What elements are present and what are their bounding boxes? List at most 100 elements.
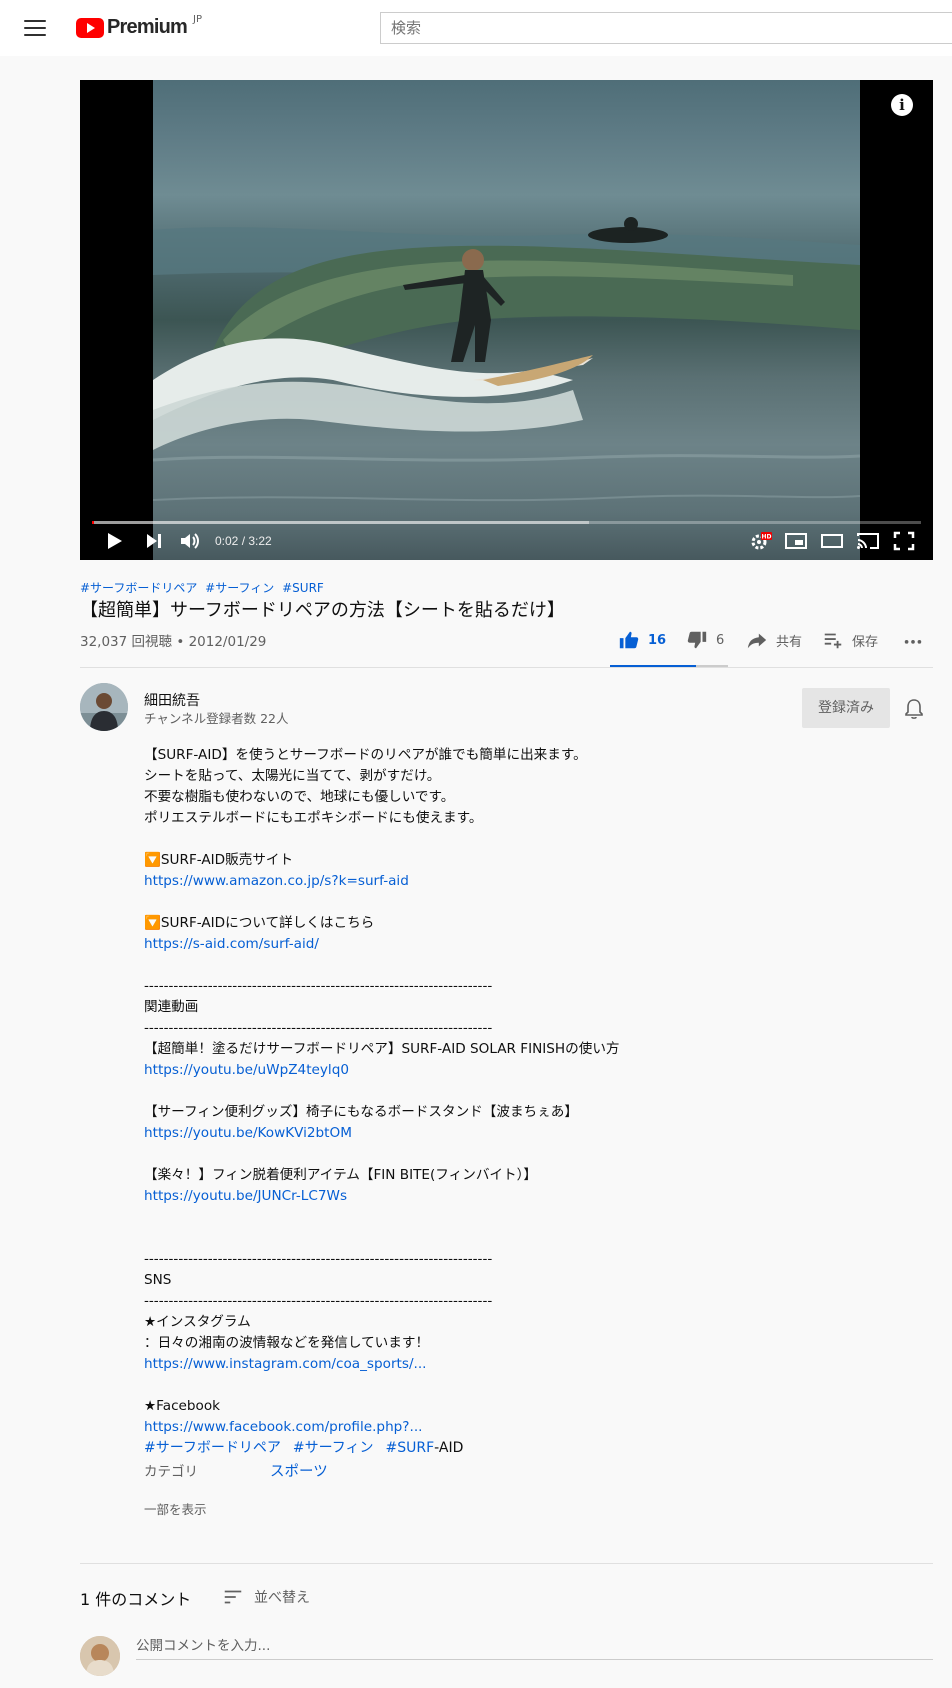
user-avatar — [80, 1636, 120, 1676]
video-title: 【超簡単】サーフボードリペアの方法【シートを貼るだけ】 — [80, 600, 565, 621]
description-link[interactable]: https://www.instagram.com/coa_sports/... — [144, 1354, 844, 1375]
info-icon[interactable]: i — [891, 94, 913, 116]
description-link[interactable]: https://s-aid.com/surf-aid/ — [144, 934, 844, 955]
description-line: ----------------------------------------… — [144, 1251, 493, 1267]
cast-icon[interactable] — [856, 530, 880, 552]
channel-name[interactable]: 細田統吾 — [144, 690, 200, 710]
menu-icon[interactable] — [24, 18, 46, 38]
description-tags: #サーフボードリペア #サーフィン #SURF-AID — [144, 1438, 844, 1459]
play-icon[interactable] — [102, 530, 126, 552]
category-value[interactable]: スポーツ — [270, 1462, 328, 1483]
channel-avatar-image — [80, 683, 128, 731]
dislike-count: 6 — [716, 632, 725, 648]
logo-region: JP — [193, 14, 202, 25]
fullscreen-icon[interactable] — [892, 530, 916, 552]
more-actions-button[interactable] — [902, 628, 924, 652]
description-tag-link[interactable]: #サーフボードリペア — [144, 1440, 281, 1456]
comment-count: 1 件のコメント — [80, 1590, 192, 1609]
thumbs-up-icon — [619, 631, 639, 649]
description-line: 【SURF-AID】を使うとサーフボードのリペアが誰でも簡単に出来ます。 — [144, 747, 587, 763]
description-link[interactable]: https://youtu.be/KowKVi2btOM — [144, 1123, 844, 1144]
miniplayer-icon[interactable] — [784, 530, 808, 552]
description-line: 🔽SURF-AIDについて詳しくはこちら — [144, 915, 375, 931]
notification-bell-icon[interactable] — [902, 697, 926, 721]
description-lines: 【SURF-AID】を使うとサーフボードのリペアが誰でも簡単に出来ます。 シートを… — [144, 745, 844, 1438]
video-hashtags: #サーフボードリペア #サーフィン #SURF — [80, 579, 328, 596]
description-line: 【楽々！】フィン脱着便利アイテム【FIN BITE(フィンバイト）】 — [144, 1167, 537, 1183]
youtube-premium-logo[interactable]: Premium JP — [76, 14, 202, 39]
video-actions: 16 6 共有 保存 — [610, 628, 932, 664]
video-player[interactable]: i 0:02 / 3:22 HD — [80, 80, 933, 560]
description-link[interactable]: https://youtu.be/JUNCr-LC7Ws — [144, 1186, 844, 1207]
settings-icon[interactable]: HD — [748, 530, 772, 552]
theater-mode-icon[interactable] — [820, 530, 844, 552]
like-button[interactable]: 16 — [618, 628, 666, 652]
hashtag-link[interactable]: #SURF — [282, 581, 324, 595]
masthead: Premium JP 検索 — [0, 0, 952, 56]
description-line: シートを貼って、太陽光に当てて、剥がすだけ。 — [144, 768, 441, 784]
description-line: 関連動画 — [144, 999, 199, 1015]
description-line: ★インスタグラム — [144, 1314, 251, 1330]
description-line: ★Facebook — [144, 1398, 221, 1414]
description-blank-line — [144, 1144, 844, 1165]
save-label: 保存 — [852, 634, 879, 650]
description-blank-line — [144, 1375, 844, 1396]
thumbs-down-icon — [687, 631, 707, 649]
description-line: ポリエステルボードにもエポキシボードにも使えます。 — [144, 810, 483, 826]
save-button[interactable]: 保存 — [822, 628, 878, 652]
description-link[interactable]: https://youtu.be/uWpZ4teylq0 — [144, 1060, 844, 1081]
player-controls: 0:02 / 3:22 HD — [80, 522, 933, 560]
description-blank-line — [144, 955, 844, 976]
volume-icon[interactable] — [178, 530, 202, 552]
dislike-button[interactable]: 6 — [686, 628, 724, 652]
playlist-add-icon — [824, 633, 842, 649]
description-line: ：日々の湘南の波情報などを発信しています！ — [144, 1335, 430, 1351]
description-tag-suffix: -AID — [434, 1440, 464, 1456]
channel-avatar[interactable] — [80, 683, 128, 731]
sort-label: 並べ替え — [254, 1590, 310, 1606]
description-line: 【サーフィン便利グッズ】椅子にもなるボードスタンド【波まちぇあ】 — [144, 1104, 578, 1120]
description-line: 【超簡単！塗るだけサーフボードリペア】SURF-AID SOLAR FINISH… — [144, 1041, 620, 1057]
more-horizontal-icon — [904, 640, 922, 644]
user-avatar-image — [80, 1636, 120, 1676]
description-blank-line — [144, 1228, 844, 1249]
description-tag-link[interactable]: #SURF — [386, 1440, 435, 1456]
category-label: カテゴリ — [144, 1463, 198, 1480]
share-button[interactable]: 共有 — [746, 628, 802, 652]
sort-button[interactable]: 並べ替え — [222, 1586, 310, 1608]
description-blank-line — [144, 829, 844, 850]
view-count-date: 32,037 回視聴 • 2012/01/29 — [80, 634, 267, 650]
description-link[interactable]: https://www.amazon.co.jp/s?k=surf-aid — [144, 871, 844, 892]
share-label: 共有 — [776, 634, 803, 650]
description-line: ----------------------------------------… — [144, 1293, 493, 1309]
youtube-logo-icon — [76, 17, 104, 38]
hashtag-link[interactable]: #サーフボードリペア — [80, 581, 197, 595]
logo-text: Premium — [107, 16, 188, 38]
description-tag-link[interactable]: #サーフィン — [293, 1440, 374, 1456]
sort-icon — [224, 1590, 242, 1604]
next-icon[interactable] — [142, 530, 166, 552]
description-line: 不要な樹脂も使わないので、地球にも優しいです。 — [144, 789, 455, 805]
divider — [80, 1563, 933, 1564]
subscriber-count: チャンネル登録者数 22人 — [144, 711, 289, 726]
comment-input[interactable]: 公開コメントを入力... — [136, 1636, 933, 1660]
video-description: 【SURF-AID】を使うとサーフボードのリペアが誰でも簡単に出来ます。 シートを… — [144, 745, 844, 1520]
description-line: 🔽SURF-AID販売サイト — [144, 852, 294, 868]
share-icon — [747, 633, 767, 649]
search-input[interactable]: 検索 — [380, 12, 952, 44]
description-line: ----------------------------------------… — [144, 978, 493, 994]
description-blank-line — [144, 892, 844, 913]
description-blank-line — [144, 1207, 844, 1228]
description-line: SNS — [144, 1272, 172, 1288]
time-display: 0:02 / 3:22 — [215, 534, 272, 548]
subscribed-button[interactable]: 登録済み — [802, 688, 890, 728]
like-count: 16 — [648, 632, 667, 648]
surf-scene-graphic — [153, 217, 860, 502]
show-less-button[interactable]: 一部を表示 — [144, 1499, 844, 1520]
description-line: ----------------------------------------… — [144, 1020, 493, 1036]
category-row: カテゴリ スポーツ — [144, 1459, 844, 1485]
description-link[interactable]: https://www.facebook.com/profile.php?... — [144, 1417, 844, 1438]
hd-badge: HD — [761, 534, 771, 541]
description-blank-line — [144, 1081, 844, 1102]
hashtag-link[interactable]: #サーフィン — [205, 581, 274, 595]
